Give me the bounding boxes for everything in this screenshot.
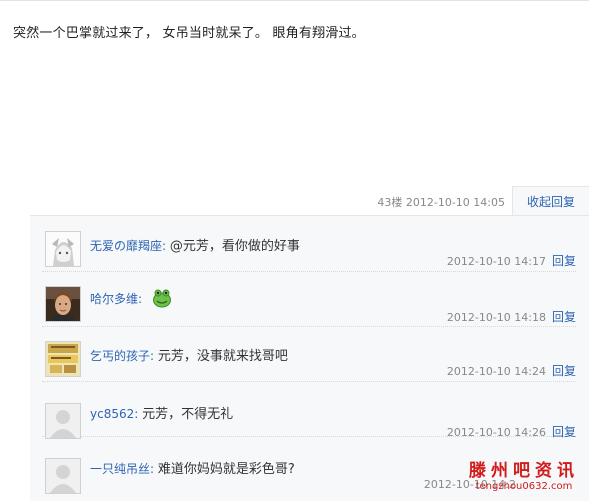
- default-avatar-icon: [46, 404, 80, 438]
- avatar[interactable]: [45, 231, 81, 267]
- reply-line: 乞丐的孩子: 元芳，没事就来找哥吧: [90, 345, 288, 364]
- reply-line: 一只纯吊丝: 难道你妈妈就是彩色哥?: [90, 458, 295, 477]
- floor-info-bar: 43楼 2012-10-10 14:05 收起回复: [0, 186, 589, 217]
- reply-colon: :: [150, 349, 155, 363]
- reply-line: yc8562: 元芳，不得无礼: [90, 403, 233, 422]
- reply-content: 元芳，没事就来找哥吧: [157, 349, 288, 364]
- reply-colon: :: [134, 407, 139, 421]
- list-item: 乞丐的孩子: 元芳，没事就来找哥吧 2012-10-10 14:24 回复: [42, 326, 576, 382]
- reply-time: 2012-10-10 14:26: [446, 426, 546, 439]
- reply-button[interactable]: 回复: [552, 310, 576, 324]
- username-link[interactable]: 哈尔多维: [90, 292, 138, 306]
- reply-colon: :: [162, 239, 167, 253]
- photo-avatar-icon: [46, 287, 80, 321]
- reply-meta: 2012-10-10 14:24 回复: [447, 362, 576, 379]
- reply-content: 难道你妈妈就是彩色哥?: [157, 462, 295, 477]
- floor-meta: 43楼 2012-10-10 14:05: [377, 196, 505, 209]
- reply-line: 无爱の靡羯座: @元芳，看你做的好事: [90, 235, 300, 254]
- reply-colon: :: [138, 292, 143, 306]
- username-link[interactable]: 无爱の靡羯座: [90, 239, 162, 253]
- reply-button[interactable]: 回复: [552, 425, 576, 439]
- reply-content: @元芳，看你做的好事: [169, 239, 300, 254]
- reply-meta: 2012-10-10 14:18 回复: [447, 308, 576, 325]
- watermark-url: tengzhou0632.com: [475, 481, 573, 492]
- watermark-title: 滕州吧资讯: [469, 461, 579, 481]
- reply-button[interactable]: 回复: [552, 254, 576, 268]
- reply-button[interactable]: 回复: [552, 364, 576, 378]
- top-divider: [0, 0, 589, 1]
- username-link[interactable]: yc8562: [90, 407, 134, 421]
- reply-time: 2012-10-10 14:24: [446, 365, 546, 378]
- username-link[interactable]: 乞丐的孩子: [90, 349, 150, 363]
- collapse-replies-button[interactable]: 收起回复: [512, 186, 589, 217]
- reply-meta: 2012-10-10 14:26 回复: [447, 423, 576, 440]
- reply-time: 2012-10-10 14:18: [446, 311, 546, 324]
- avatar[interactable]: [45, 341, 81, 377]
- avatar[interactable]: [45, 458, 81, 494]
- list-item: yc8562: 元芳，不得无礼 2012-10-10 14:26 回复: [42, 381, 576, 440]
- watermark: 滕州吧资讯 tengzhou0632.com: [469, 462, 579, 493]
- list-item: 哈尔多维: 2012-10-10 14:18 回复: [42, 271, 576, 327]
- avatar[interactable]: [45, 286, 81, 322]
- default-avatar-icon: [46, 459, 80, 493]
- username-link[interactable]: 一只纯吊丝: [90, 462, 150, 476]
- avatar[interactable]: [45, 403, 81, 439]
- anime-avatar-icon: [46, 232, 80, 266]
- reply-content: 元芳，不得无礼: [142, 407, 234, 422]
- reply-list: 无爱の靡羯座: @元芳，看你做的好事 2012-10-10 14:17 回复 哈尔…: [30, 215, 589, 501]
- post-content: 突然一个巴掌就过来了， 女吊当时就呆了。 眼角有翔滑过。: [13, 26, 365, 41]
- image-avatar-icon: [46, 342, 80, 376]
- reply-time: 2012-10-10 14:17: [446, 255, 546, 268]
- list-item: 无爱の靡羯座: @元芳，看你做的好事 2012-10-10 14:17 回复: [42, 216, 576, 272]
- reply-colon: :: [150, 462, 155, 476]
- reply-line: 哈尔多维:: [90, 288, 172, 308]
- green-frog-emoticon-icon: [152, 289, 171, 308]
- reply-meta: 2012-10-10 14:17 回复: [447, 252, 576, 269]
